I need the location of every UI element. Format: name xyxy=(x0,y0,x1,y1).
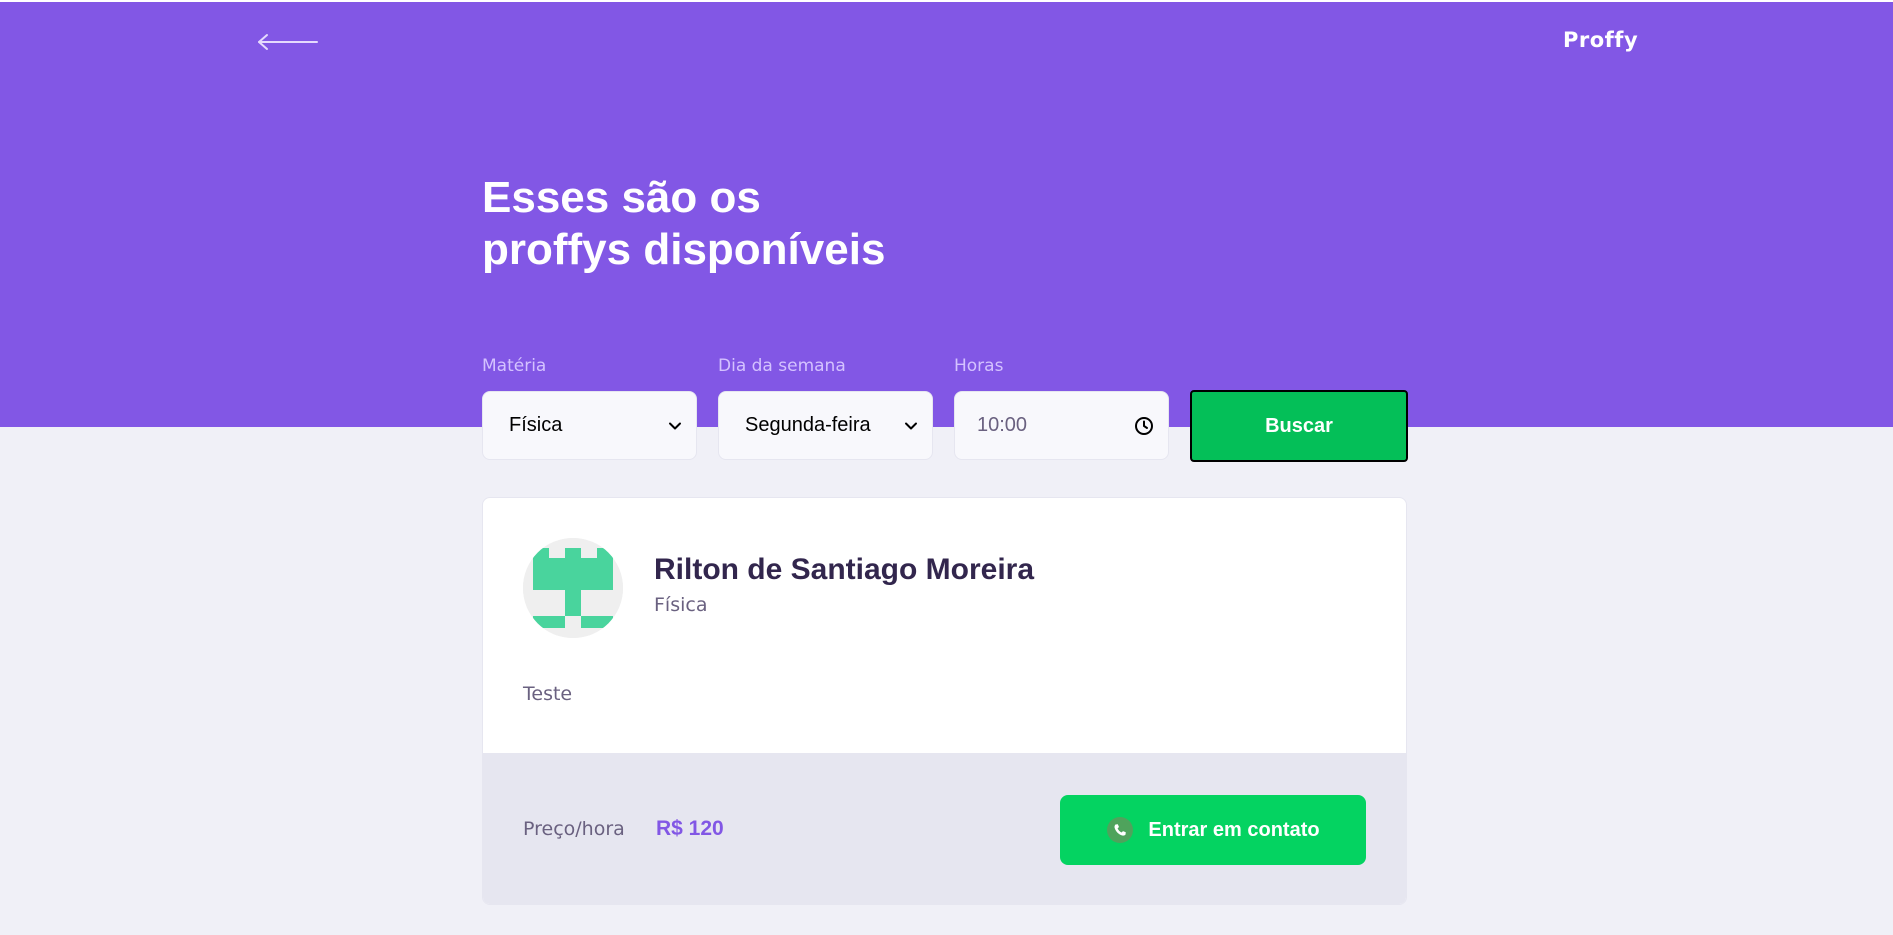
clock-icon[interactable] xyxy=(1134,416,1154,436)
teacher-bio: Teste xyxy=(523,683,573,705)
teacher-subject: Física xyxy=(654,594,708,616)
whatsapp-icon xyxy=(1107,817,1134,843)
subject-select[interactable]: Física xyxy=(482,391,697,460)
teacher-card: Rilton de Santiago Moreira Física Teste … xyxy=(482,497,1407,905)
card-footer: Preço/hora R$ 120 Entrar em contato xyxy=(483,753,1406,904)
week-day-label: Dia da semana xyxy=(718,356,846,376)
title-line-2: proffys disponíveis xyxy=(482,225,886,274)
chevron-down-icon xyxy=(905,422,917,429)
logo: Proffy xyxy=(1563,28,1639,52)
page-title: Esses são os proffys disponíveis xyxy=(482,172,1082,276)
identicon-avatar xyxy=(523,538,623,638)
teacher-name: Rilton de Santiago Moreira xyxy=(654,553,1035,586)
back-button[interactable] xyxy=(255,28,319,56)
contact-button-label: Entrar em contato xyxy=(1148,818,1320,841)
search-button[interactable]: Buscar xyxy=(1190,390,1408,462)
title-line-1: Esses são os xyxy=(482,173,761,222)
avatar xyxy=(523,538,623,638)
subject-select-value: Física xyxy=(509,414,563,436)
week-day-select-value: Segunda-feira xyxy=(745,414,871,436)
contact-button[interactable]: Entrar em contato xyxy=(1060,795,1366,865)
time-input[interactable]: 10:00 xyxy=(954,391,1169,460)
week-day-select[interactable]: Segunda-feira xyxy=(718,391,933,460)
price-value: R$ 120 xyxy=(656,817,724,840)
chevron-down-icon xyxy=(669,422,681,429)
time-input-value: 10:00 xyxy=(977,414,1028,436)
time-label: Horas xyxy=(954,356,1004,376)
price-label: Preço/hora xyxy=(523,818,625,840)
arrow-left-icon xyxy=(258,34,318,50)
subject-label: Matéria xyxy=(482,356,547,376)
